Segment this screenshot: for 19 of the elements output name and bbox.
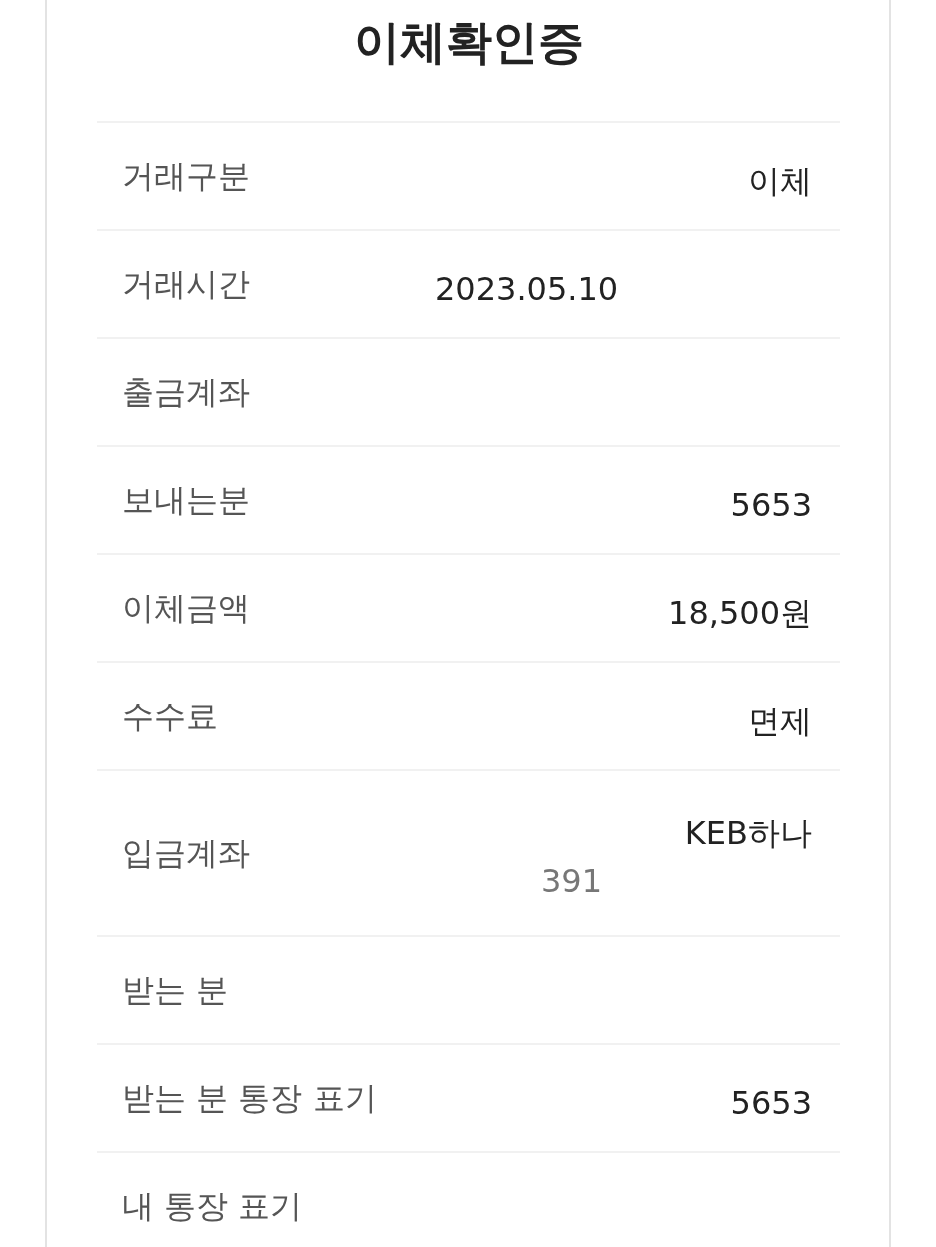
field-label: 받는 분 통장 표기 xyxy=(122,1079,377,1117)
field-label: 거래구분 xyxy=(122,157,250,195)
field-value: 이체 xyxy=(748,162,812,200)
field-label: 내 통장 표기 xyxy=(122,1187,303,1225)
field-label: 받는 분 xyxy=(122,971,229,1009)
field-value: 2023.05.10 xyxy=(435,270,619,308)
field-label: 출금계좌 xyxy=(122,373,250,411)
field-label: 이체금액 xyxy=(122,589,250,627)
document-title: 이체확인증 xyxy=(352,14,585,71)
field-value: 18,500원 xyxy=(668,594,812,632)
field-label: 거래시간 xyxy=(122,265,250,303)
field-label: 보내는분 xyxy=(122,481,250,519)
field-value: KEB하나 xyxy=(684,814,812,852)
field-value: 5653 xyxy=(730,1084,812,1122)
field-label: 입금계좌 xyxy=(122,834,250,872)
field-value: 5653 xyxy=(730,486,812,524)
field-label: 수수료 xyxy=(122,697,218,735)
account-number: 391 xyxy=(541,862,603,900)
field-value: 면제 xyxy=(748,702,812,740)
